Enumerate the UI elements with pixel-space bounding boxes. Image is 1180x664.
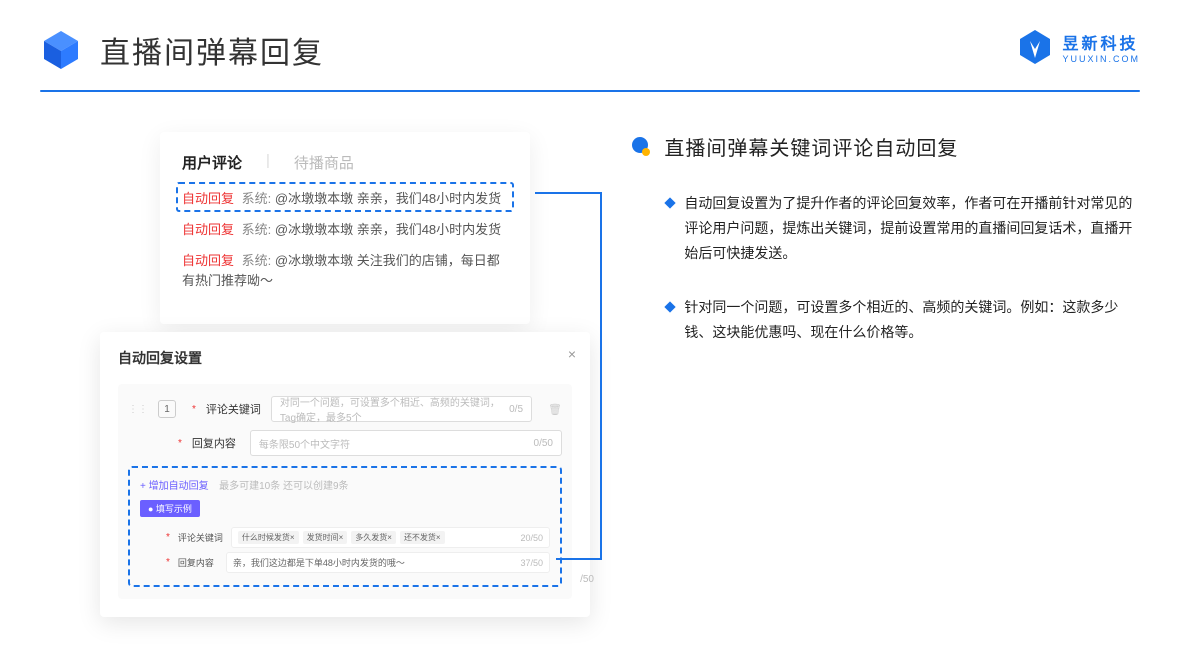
drag-handle-icon[interactable]: ⋮⋮ xyxy=(128,404,148,415)
page-title: 直播间弹幕回复 xyxy=(100,28,324,72)
comment-text: @冰墩墩本墩 亲亲，我们48小时内发货 xyxy=(275,191,501,206)
ex-content-label: 回复内容 xyxy=(178,556,218,569)
bullet-item: 针对同一个问题，可设置多个相近的、高频的关键词。例如：这款多少钱、这块能优惠吗、… xyxy=(666,295,1140,345)
required-dot: * xyxy=(178,438,182,449)
brand-sub: YUUXIN.COM xyxy=(1062,54,1140,64)
content-placeholder: 每条限50个中文字符 xyxy=(259,436,350,451)
ex-content-counter: 37/50 xyxy=(520,558,543,568)
keyword-label: 评论关键词 xyxy=(206,401,261,417)
system-label: 系统: xyxy=(242,253,272,268)
bullet-item: 自动回复设置为了提升作者的评论回复效率，作者可在开播前针对常见的评论用户问题，提… xyxy=(666,191,1140,267)
diamond-icon xyxy=(665,197,676,208)
keyword-chip[interactable]: 多久发货× xyxy=(351,531,396,544)
ex-content-input[interactable]: 亲，我们这边都是下单48小时内发货的哦～ 37/50 xyxy=(226,552,550,573)
delete-icon[interactable]: 🗑 xyxy=(548,403,562,416)
keyword-chip[interactable]: 还不发货× xyxy=(400,531,445,544)
tab-pending-goods[interactable]: 待播商品 xyxy=(294,152,354,173)
close-icon[interactable]: × xyxy=(568,346,576,362)
keyword-chip[interactable]: 什么时候发货× xyxy=(238,531,299,544)
example-badge: ● 填写示例 xyxy=(140,500,200,517)
item-number: 1 xyxy=(158,400,176,418)
keyword-input[interactable]: 对同一个问题，可设置多个相近、高频的关键词，Tag确定，最多5个 0/5 xyxy=(271,396,532,422)
tab-separator: | xyxy=(266,152,270,173)
bullet-text: 自动回复设置为了提升作者的评论回复效率，作者可在开播前针对常见的评论用户问题，提… xyxy=(684,191,1140,267)
brand-name: 昱新科技 xyxy=(1062,30,1140,54)
ex-content-text: 亲，我们这边都是下单48小时内发货的哦～ xyxy=(233,556,405,569)
connector-line xyxy=(600,192,602,560)
required-dot: * xyxy=(166,532,170,543)
content-counter: 0/50 xyxy=(534,438,553,449)
keyword-counter: 0/5 xyxy=(509,404,523,415)
tab-user-comments[interactable]: 用户评论 xyxy=(182,152,242,173)
required-dot: * xyxy=(192,404,196,415)
auto-reply-tag: 自动回复 xyxy=(182,191,234,206)
required-dot: * xyxy=(166,557,170,568)
auto-reply-tag: 自动回复 xyxy=(182,253,234,268)
connector-line xyxy=(556,558,600,560)
diamond-icon xyxy=(665,301,676,312)
system-label: 系统: xyxy=(242,191,272,206)
logo-cube-icon xyxy=(40,29,82,71)
comment-row: 自动回复 系统: @冰墩墩本墩 关注我们的店铺，每日都有热门推荐呦～ xyxy=(182,251,508,293)
ex-keyword-input[interactable]: 什么时候发货× 发货时间× 多久发货× 还不发货× 20/50 xyxy=(231,527,550,548)
connector-line xyxy=(535,192,601,194)
brand-hex-icon xyxy=(1016,28,1054,66)
comments-panel: 用户评论 | 待播商品 自动回复 系统: @冰墩墩本墩 亲亲，我们48小时内发货… xyxy=(160,132,530,324)
content-input[interactable]: 每条限50个中文字符 0/50 xyxy=(250,430,562,456)
auto-reply-tag: 自动回复 xyxy=(182,222,234,237)
ex-keyword-counter: 20/50 xyxy=(520,533,543,543)
comment-text: @冰墩墩本墩 亲亲，我们48小时内发货 xyxy=(275,222,501,237)
chat-bubble-icon xyxy=(630,136,652,158)
system-label: 系统: xyxy=(242,222,272,237)
ex-keyword-label: 评论关键词 xyxy=(178,531,223,544)
section-title: 直播间弹幕关键词评论自动回复 xyxy=(664,132,958,161)
keyword-placeholder: 对同一个问题，可设置多个相近、高频的关键词，Tag确定，最多5个 xyxy=(280,394,509,424)
brand-logo: 昱新科技 YUUXIN.COM xyxy=(1016,28,1140,66)
highlight-frame-example: + 增加自动回复 最多可建10条 还可以创建9条 ● 填写示例 * 评论关键词 … xyxy=(128,466,562,587)
comment-row: 自动回复 系统: @冰墩墩本墩 亲亲，我们48小时内发货 xyxy=(182,189,508,210)
comment-row: 自动回复 系统: @冰墩墩本墩 亲亲，我们48小时内发货 xyxy=(182,220,508,241)
modal-title: 自动回复设置 xyxy=(118,348,572,368)
keyword-chip[interactable]: 发货时间× xyxy=(303,531,348,544)
add-limit-note: 最多可建10条 还可以创建9条 xyxy=(219,481,348,492)
add-auto-reply-link[interactable]: + 增加自动回复 xyxy=(140,481,209,492)
content-label: 回复内容 xyxy=(192,435,240,451)
auto-reply-settings-modal: 自动回复设置 × ⋮⋮ 1 * 评论关键词 对同一个问题，可设置多个相近、高频的… xyxy=(100,332,590,617)
trailing-counter: /50 xyxy=(580,574,594,585)
bullet-text: 针对同一个问题，可设置多个相近的、高频的关键词。例如：这款多少钱、这块能优惠吗、… xyxy=(684,295,1140,345)
